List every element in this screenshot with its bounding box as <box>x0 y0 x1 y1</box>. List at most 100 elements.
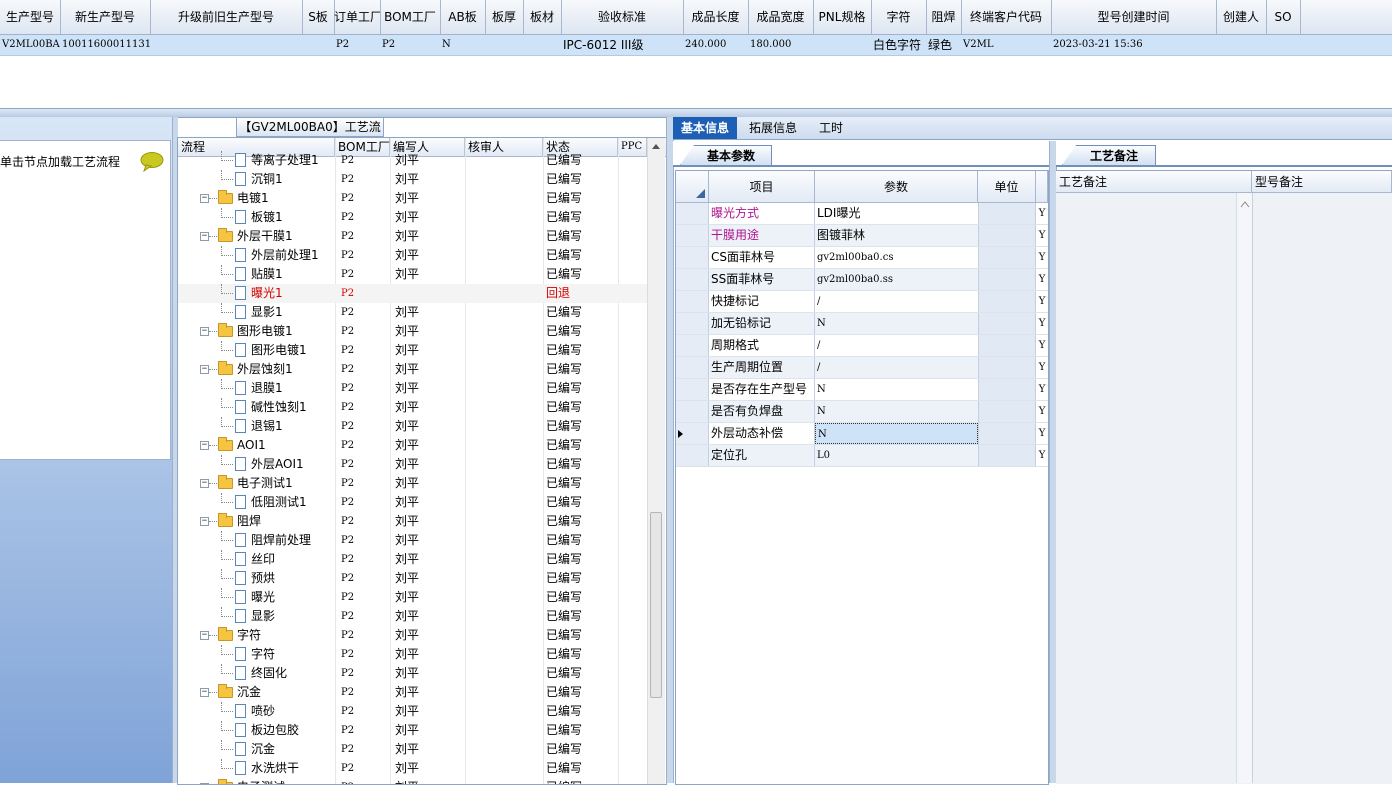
middle-splitter[interactable] <box>666 117 674 783</box>
col-header-pnl[interactable]: PNL规格 <box>813 0 872 34</box>
collapse-icon[interactable]: − <box>200 479 209 488</box>
param-value[interactable]: / <box>815 357 978 378</box>
tree-node-label[interactable]: 板镀1 <box>251 208 283 227</box>
cell-order-factory[interactable]: P2 <box>334 35 380 55</box>
tree-node-label[interactable]: 沉金 <box>237 683 261 702</box>
collapse-icon[interactable]: − <box>200 365 209 374</box>
tree-node-label[interactable]: 字符 <box>251 645 275 664</box>
cell-prod-model[interactable]: V2ML00BA0 <box>0 35 60 55</box>
tree-row[interactable]: 沉金 P2 刘平 已编写 <box>178 740 648 759</box>
col-header-creator[interactable]: 创建人 <box>1216 0 1267 34</box>
tree-node-label[interactable]: 终固化 <box>251 664 287 683</box>
cell-mask[interactable]: 绿色 <box>926 35 961 55</box>
cell-ab-board[interactable]: N <box>440 35 485 55</box>
param-row[interactable]: 干膜用途 图镀菲林 Y <box>676 225 1048 247</box>
param-value[interactable]: L0 <box>815 445 978 466</box>
cell-pnl[interactable] <box>813 35 871 55</box>
param-row-header[interactable] <box>676 423 709 444</box>
tree-row[interactable]: − 沉金 P2 刘平 已编写 <box>178 683 648 702</box>
tree-node-label[interactable]: 等离子处理1 <box>251 151 319 170</box>
param-value[interactable]: 图镀菲林 <box>815 225 978 246</box>
tree-node-label[interactable]: 预烘 <box>251 569 275 588</box>
tab-extended-info[interactable]: 拓展信息 <box>741 117 805 139</box>
tree-node-label[interactable]: 显影 <box>251 607 275 626</box>
tree-node-label[interactable]: 沉金 <box>251 740 275 759</box>
tree-row[interactable]: 显影 P2 刘平 已编写 <box>178 607 648 626</box>
collapse-icon[interactable]: − <box>200 327 209 336</box>
tree-row[interactable]: − 阻焊 P2 刘平 已编写 <box>178 512 648 531</box>
tree-node-label[interactable]: 喷砂 <box>251 702 275 721</box>
tree-node-label[interactable]: 图形电镀1 <box>237 322 293 341</box>
tree-row[interactable]: 终固化 P2 刘平 已编写 <box>178 664 648 683</box>
param-col-unit[interactable]: 单位 <box>978 171 1036 203</box>
param-unit[interactable] <box>978 247 1036 268</box>
cell-material[interactable] <box>523 35 561 55</box>
param-row-header[interactable] <box>676 445 709 466</box>
tree-node-label[interactable]: 碱性蚀刻1 <box>251 398 307 417</box>
tree-row[interactable]: 外层AOI1 P2 刘平 已编写 <box>178 455 648 474</box>
tree-row[interactable]: − 外层干膜1 P2 刘平 已编写 <box>178 227 648 246</box>
param-value[interactable]: gv2ml00ba0.ss <box>815 269 978 290</box>
tree-node-label[interactable]: 阻焊前处理 <box>251 531 311 550</box>
param-unit[interactable] <box>978 225 1036 246</box>
param-row-header[interactable] <box>676 225 709 246</box>
tree-node-label[interactable]: 退锡1 <box>251 417 283 436</box>
tree-node-label[interactable]: 低阻测试1 <box>251 493 307 512</box>
param-row-header[interactable] <box>676 291 709 312</box>
scroll-up-icon[interactable] <box>1240 201 1250 208</box>
tree-row[interactable]: 外层前处理1 P2 刘平 已编写 <box>178 246 648 265</box>
param-unit[interactable] <box>978 401 1036 422</box>
col-header-legend[interactable]: 字符 <box>871 0 927 34</box>
param-unit[interactable] <box>978 269 1036 290</box>
col-header-order-factory[interactable]: 订单工厂 <box>334 0 381 34</box>
col-header-old-model[interactable]: 升级前旧生产型号 <box>150 0 303 34</box>
cell-standard[interactable]: IPC-6012 III级 <box>561 35 683 55</box>
collapse-icon[interactable]: − <box>200 232 209 241</box>
tree-node-label[interactable]: 曝光1 <box>251 284 283 303</box>
tree-row[interactable]: 贴膜1 P2 刘平 已编写 <box>178 265 648 284</box>
tree-row[interactable]: − 图形电镀1 P2 刘平 已编写 <box>178 322 648 341</box>
tree-node-label[interactable]: 电镀1 <box>237 189 269 208</box>
notes-scrollbar[interactable] <box>1236 193 1252 783</box>
col-header-prod-model[interactable]: 生产型号 <box>0 0 61 34</box>
tree-row[interactable]: 图形电镀1 P2 刘平 已编写 <box>178 341 648 360</box>
param-value[interactable]: N <box>815 379 978 400</box>
tree-node-label[interactable]: 贴膜1 <box>251 265 283 284</box>
cell-old-model[interactable] <box>150 35 302 55</box>
param-row-header[interactable] <box>676 401 709 422</box>
col-header-material[interactable]: 板材 <box>523 0 562 34</box>
tree-scroll-thumb[interactable] <box>650 512 662 698</box>
param-value[interactable]: N <box>815 313 978 334</box>
tree-row[interactable]: 碱性蚀刻1 P2 刘平 已编写 <box>178 398 648 417</box>
tree-row[interactable]: 曝光 P2 刘平 已编写 <box>178 588 648 607</box>
cell-created[interactable]: 2023-03-21 15:36 <box>1051 35 1216 55</box>
tree-node-label[interactable]: 电子测试 <box>237 778 285 784</box>
tree-row[interactable]: 退锡1 P2 刘平 已编写 <box>178 417 648 436</box>
param-unit[interactable] <box>978 445 1036 466</box>
param-row[interactable]: SS面菲林号 gv2ml00ba0.ss Y <box>676 269 1048 291</box>
tree-row[interactable]: −电子测试P2刘平已编写 <box>178 778 648 784</box>
param-row[interactable]: 是否有负焊盘 N Y <box>676 401 1048 423</box>
collapse-icon[interactable]: − <box>200 688 209 697</box>
tree-row[interactable]: 预烘 P2 刘平 已编写 <box>178 569 648 588</box>
tree-node-label[interactable]: 水洗烘干 <box>251 759 299 778</box>
tree-row[interactable]: − 字符 P2 刘平 已编写 <box>178 626 648 645</box>
cell-creator[interactable] <box>1216 35 1266 55</box>
param-row[interactable]: 曝光方式 LDI曝光 Y <box>676 203 1048 225</box>
cell-length[interactable]: 240.000 <box>683 35 748 55</box>
param-row[interactable]: CS面菲林号 gv2ml00ba0.cs Y <box>676 247 1048 269</box>
tree-scrollbar[interactable] <box>647 138 665 784</box>
param-col-value[interactable]: 参数 <box>815 171 978 203</box>
col-header-mask[interactable]: 阻焊 <box>926 0 962 34</box>
col-header-width[interactable]: 成品宽度 <box>748 0 814 34</box>
col-header-length[interactable]: 成品长度 <box>683 0 749 34</box>
model-grid-row[interactable]: V2ML00BA0 10011600011131 P2 P2 N IPC-6012 III… <box>0 35 1392 56</box>
param-row-header[interactable] <box>676 313 709 334</box>
collapse-icon[interactable]: − <box>200 194 209 203</box>
tree-row[interactable]: 水洗烘干 P2 刘平 已编写 <box>178 759 648 778</box>
param-value[interactable]: / <box>815 291 978 312</box>
cell-width[interactable]: 180.000 <box>748 35 813 55</box>
tree-row[interactable]: − 外层蚀刻1 P2 刘平 已编写 <box>178 360 648 379</box>
tree-row[interactable]: 喷砂 P2 刘平 已编写 <box>178 702 648 721</box>
param-row[interactable]: 加无铅标记 N Y <box>676 313 1048 335</box>
